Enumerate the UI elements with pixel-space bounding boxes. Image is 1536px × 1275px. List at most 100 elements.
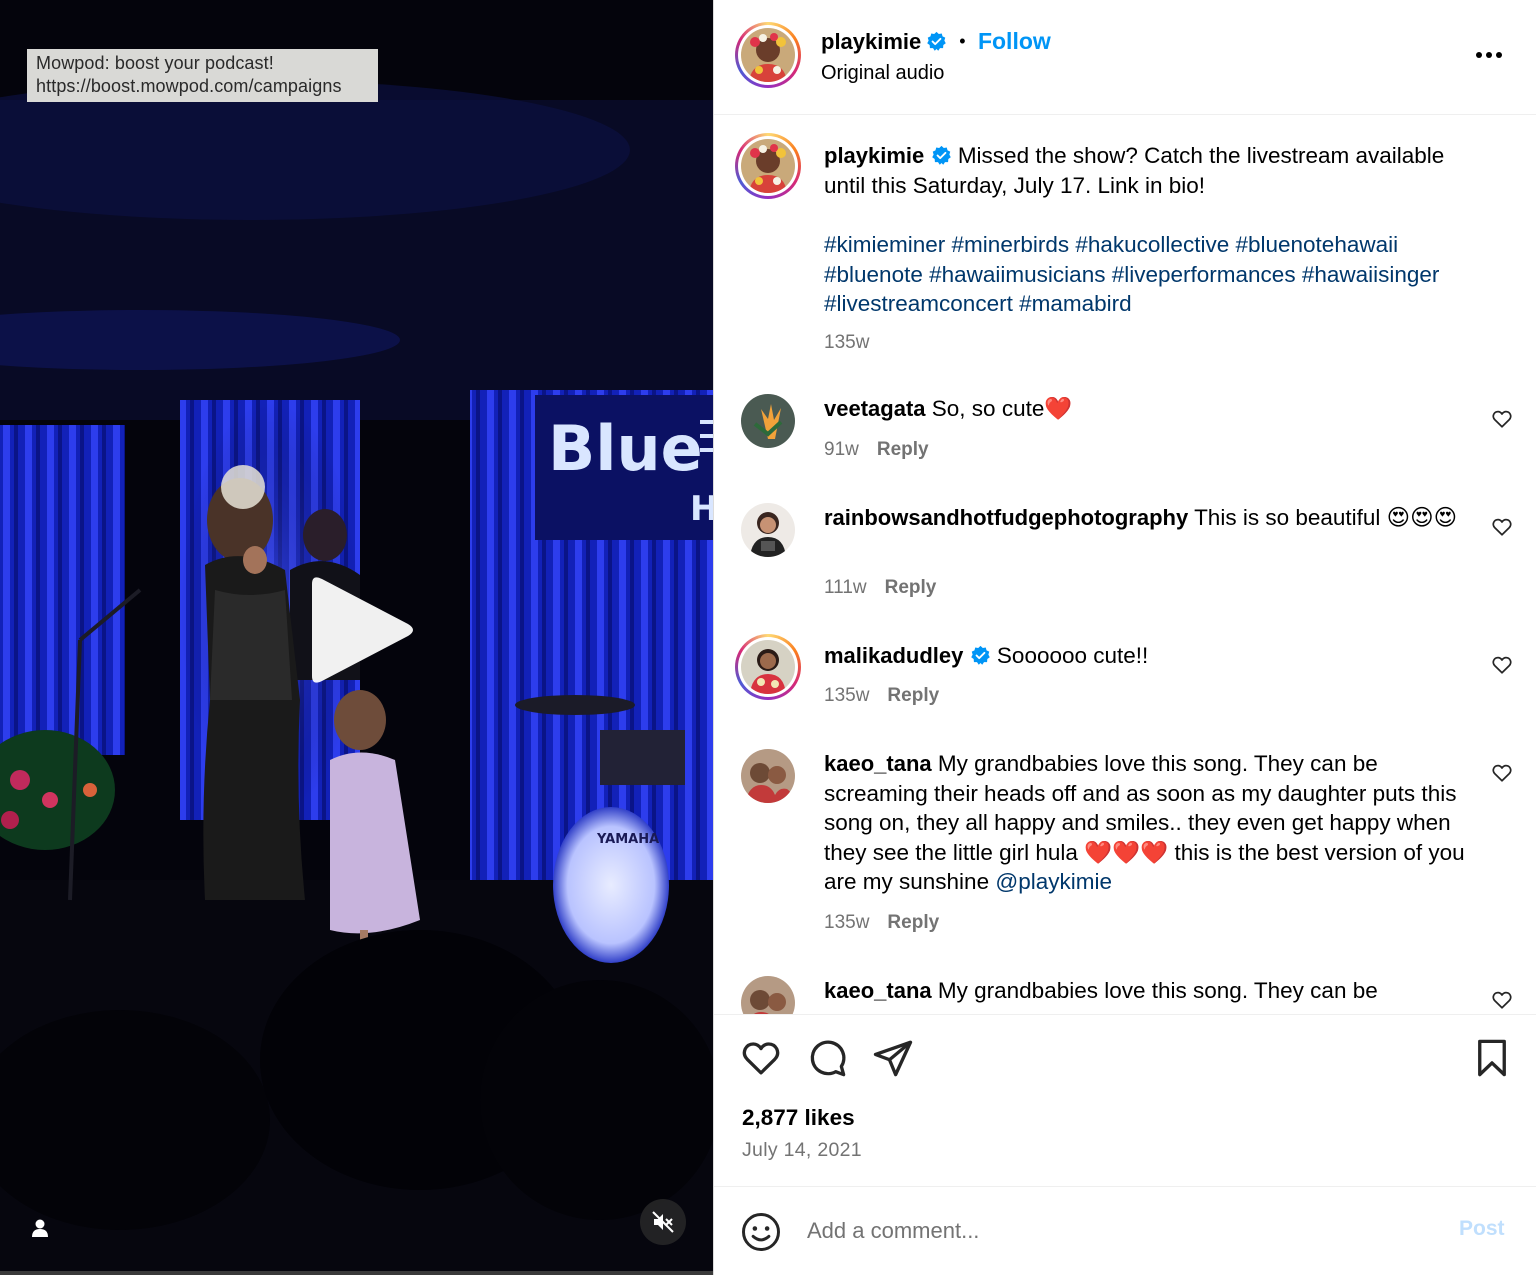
reply-button[interactable]: Reply [885, 577, 937, 598]
comment-text-block: kaeo_tana My grandbabies love this song.… [824, 749, 1484, 897]
play-icon [312, 577, 413, 683]
author-avatar[interactable] [735, 22, 801, 88]
hashtag-link[interactable]: #liveperformances [1112, 262, 1296, 287]
comment-age[interactable]: 135w [824, 685, 869, 706]
comment-like-icon[interactable] [1491, 654, 1513, 676]
commenter-avatar-photo [741, 749, 795, 803]
comment-icon[interactable] [806, 1037, 848, 1079]
comment-composer: Post [714, 1186, 1536, 1275]
share-icon[interactable] [872, 1037, 914, 1079]
header-top-line: playkimie • Follow [821, 28, 1051, 55]
comment-text-block: malikadudley Soooooo cute!! [824, 641, 1474, 671]
more-options-button[interactable] [1474, 44, 1506, 64]
header-username[interactable]: playkimie [821, 29, 921, 54]
comment-like-icon[interactable] [1491, 989, 1513, 1011]
caption-age[interactable]: 135w [824, 332, 869, 354]
comment-username[interactable]: rainbowsandhotfudgephotography [824, 505, 1188, 530]
speaker-muted-icon [652, 1211, 674, 1233]
comment-meta: 91w Reply [824, 439, 929, 461]
verified-badge-icon [931, 145, 951, 165]
hashtag-link[interactable]: #bluenotehawaii [1235, 232, 1398, 257]
emoji-smiley-icon[interactable] [740, 1211, 782, 1253]
mention-link[interactable]: @playkimie [995, 869, 1112, 894]
verified-badge-icon [926, 31, 946, 51]
commenter-avatar[interactable] [741, 976, 795, 1014]
hashtag-link[interactable]: #minerbirds [952, 232, 1070, 257]
comment-text: This is so beautiful [1194, 505, 1381, 530]
post-actions: 2,877 likes July 14, 2021 [714, 1014, 1536, 1186]
commenter-avatar[interactable] [741, 394, 795, 448]
likes-count[interactable]: 2,877 likes [742, 1105, 855, 1131]
caption-hashtags: #kimieminer #minerbirds #hakucollective … [824, 230, 1489, 319]
hashtag-link[interactable]: #livestreamconcert [824, 291, 1013, 316]
comment-username[interactable]: kaeo_tana [824, 978, 932, 1003]
hashtag-link[interactable]: #hakucollective [1075, 232, 1229, 257]
comment-meta: 135w Reply [824, 685, 939, 707]
commenter-avatar-photo [741, 976, 795, 1014]
comment-emoji: ❤️❤️❤️ [1084, 839, 1169, 865]
comment-text-block: kaeo_tana My grandbabies love this song.… [824, 976, 1484, 1006]
post-date[interactable]: July 14, 2021 [742, 1139, 862, 1162]
post-header: playkimie • Follow Original audio [714, 0, 1536, 115]
caption-username[interactable]: playkimie [824, 143, 924, 168]
caption-avatar-photo [741, 139, 795, 193]
comment-text: So, so cute [931, 396, 1045, 421]
caption-author-avatar[interactable] [735, 133, 801, 199]
comment-text: Soooooo cute!! [996, 643, 1149, 668]
comment-username[interactable]: kaeo_tana [824, 751, 932, 776]
comment-age[interactable]: 135w [824, 912, 869, 933]
bookmark-icon[interactable] [1471, 1037, 1513, 1079]
hashtag-link[interactable]: #hawaiisinger [1302, 262, 1440, 287]
comment-meta: 135w Reply [824, 912, 939, 934]
comment-like-icon[interactable] [1491, 762, 1513, 784]
mute-toggle-button[interactable] [640, 1199, 686, 1245]
reply-button[interactable]: Reply [887, 685, 939, 706]
comment-text: My grandbabies love this song. They can … [937, 978, 1378, 1003]
reply-button[interactable]: Reply [887, 912, 939, 933]
commenter-avatar-photo [741, 394, 795, 448]
comments-list[interactable]: playkimie Missed the show? Catch the liv… [714, 116, 1536, 1014]
comment-username[interactable]: veetagata [824, 396, 926, 421]
post-details-panel: playkimie • Follow Original audio playki… [713, 0, 1536, 1275]
comment-age[interactable]: 111w [824, 577, 867, 598]
play-button[interactable] [300, 570, 420, 690]
commenter-avatar[interactable] [741, 749, 795, 803]
comment-text-block: veetagata So, so cute❤️ [824, 394, 1474, 424]
tooltip-line-1: Mowpod: boost your podcast! [36, 53, 274, 73]
drum-brand-text: YAMAHA [596, 832, 659, 847]
caption-text-block: playkimie Missed the show? Catch the liv… [824, 141, 1474, 200]
author-avatar-photo [741, 28, 795, 82]
commenter-avatar[interactable] [735, 634, 801, 700]
venue-sign-subtext: H [690, 489, 713, 529]
tooltip-line-2: https://boost.mowpod.com/campaigns [36, 76, 342, 96]
follow-button[interactable]: Follow [978, 28, 1051, 54]
comment-text-block: rainbowsandhotfudgephotography This is s… [824, 503, 1474, 533]
post-comment-button[interactable]: Post [1459, 1217, 1505, 1241]
more-horizontal-icon [1476, 52, 1502, 58]
commenter-avatar-photo [741, 503, 795, 557]
comment-username[interactable]: malikadudley [824, 643, 963, 668]
video-progress-bar[interactable] [0, 1271, 713, 1275]
commenter-avatar-photo [741, 640, 795, 694]
link-tooltip: Mowpod: boost your podcast! https://boos… [27, 49, 378, 102]
venue-sign-text: Blue [548, 412, 703, 485]
hashtag-link[interactable]: #hawaiimusicians [929, 262, 1105, 287]
hashtag-link[interactable]: #mamabird [1019, 291, 1132, 316]
comment-age[interactable]: 91w [824, 439, 859, 460]
user-tag-icon [32, 1219, 48, 1237]
comment-like-icon[interactable] [1491, 408, 1513, 430]
heart-icon[interactable] [740, 1037, 782, 1079]
hashtag-link[interactable]: #bluenote [824, 262, 923, 287]
comment-like-icon[interactable] [1491, 516, 1513, 538]
user-tag-button[interactable] [26, 1214, 54, 1242]
comment-meta: 111w Reply [824, 577, 936, 599]
audio-label[interactable]: Original audio [821, 62, 944, 85]
video-player[interactable]: Blue H YAMAHA Mowpod: boost your podcast… [0, 0, 713, 1275]
reply-button[interactable]: Reply [877, 439, 929, 460]
verified-badge-icon [970, 645, 990, 665]
hashtag-link[interactable]: #kimieminer [824, 232, 945, 257]
commenter-avatar[interactable] [741, 503, 795, 557]
comment-input[interactable] [807, 1213, 1427, 1249]
header-separator: • [959, 31, 966, 51]
comment-emoji: ❤️ [1044, 396, 1073, 421]
